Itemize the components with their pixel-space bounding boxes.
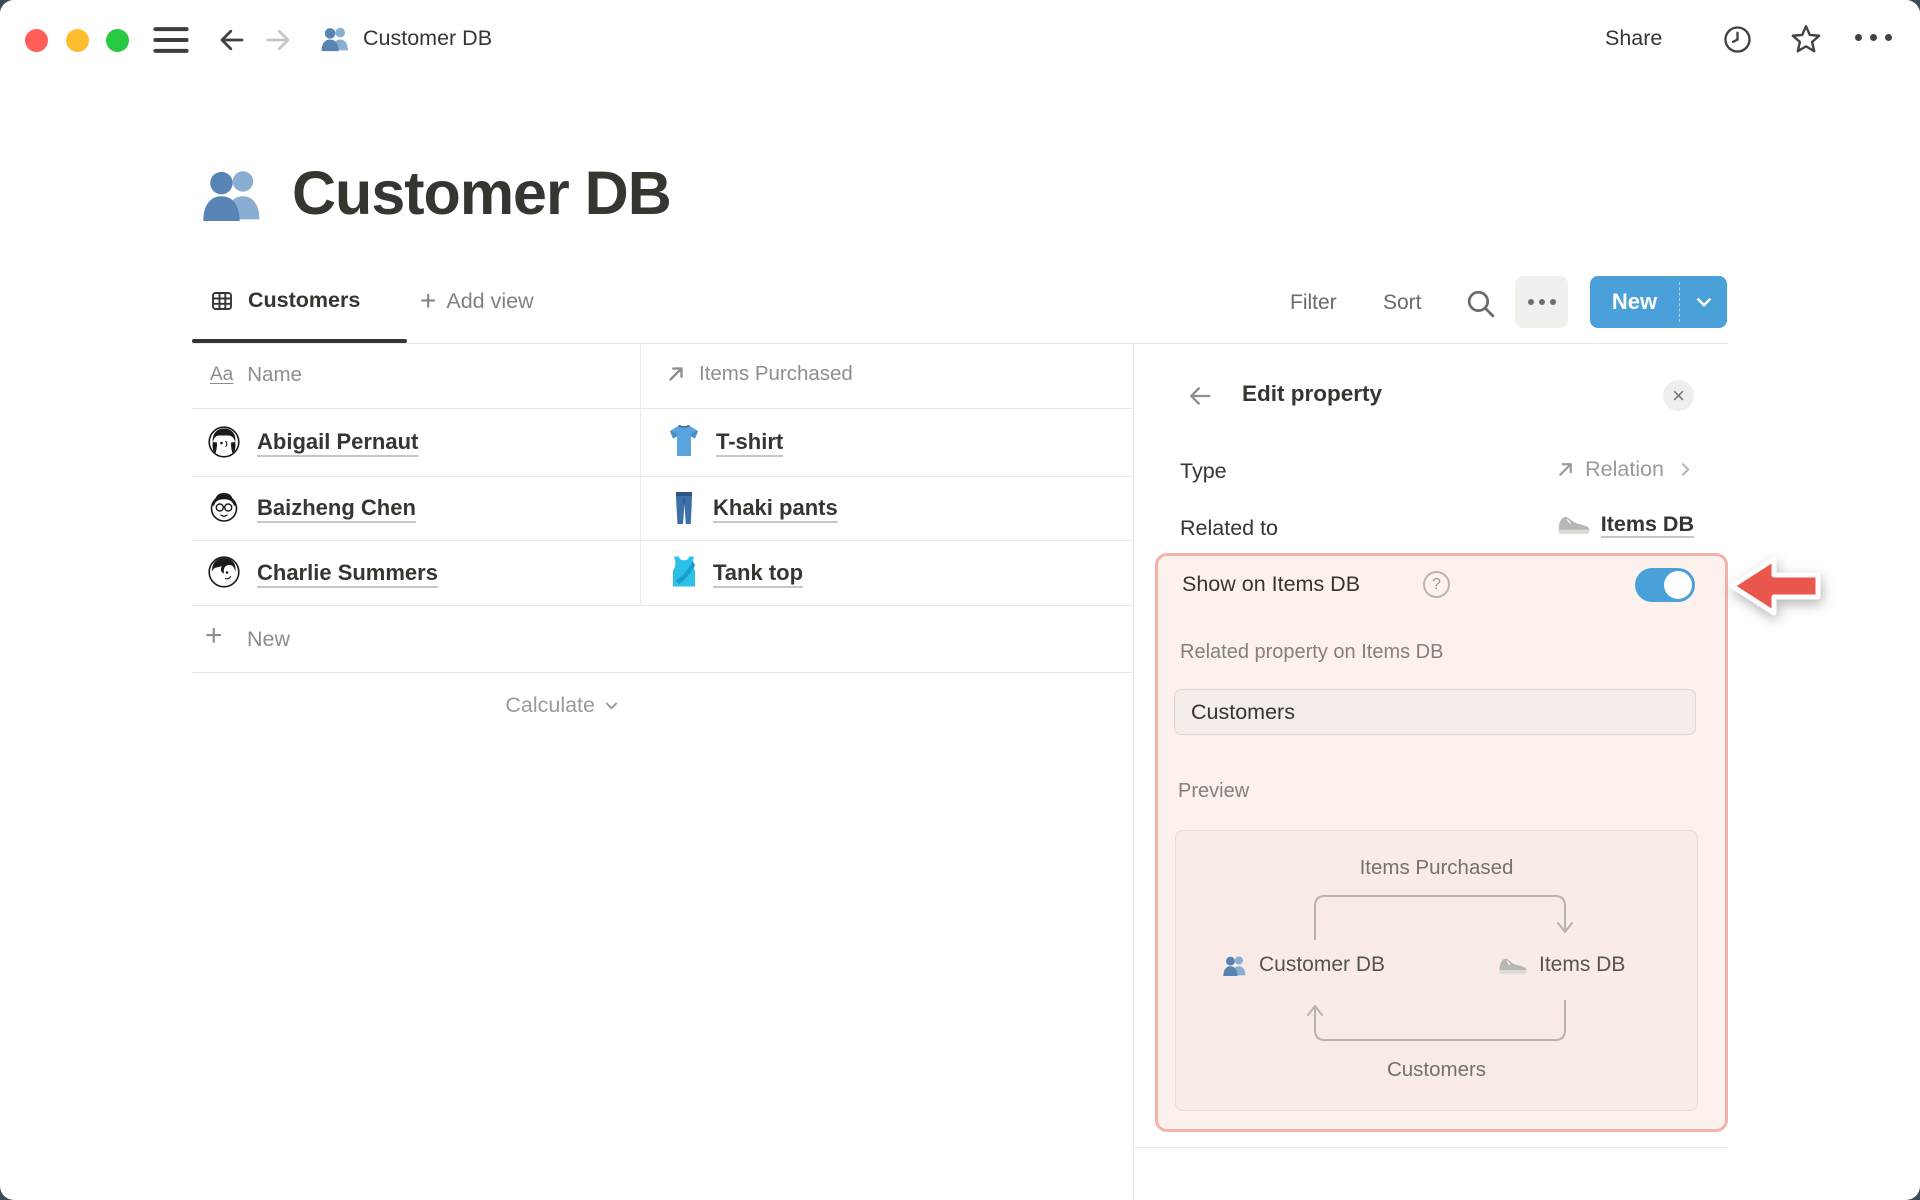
back-icon[interactable] [216, 25, 248, 55]
calculate-label: Calculate [505, 693, 595, 717]
khaki-pants-icon [676, 492, 692, 524]
preview-left-label: Customer DB [1259, 953, 1386, 976]
filter-button[interactable]: Filter [1290, 291, 1337, 315]
share-button[interactable]: Share [1605, 26, 1662, 51]
type-row-value[interactable]: Relation [1400, 457, 1694, 482]
cell-name: Charlie Summers [257, 560, 438, 585]
help-icon[interactable]: ? [1423, 571, 1450, 598]
plus-icon: + [205, 619, 223, 652]
related-property-input[interactable]: Customers [1174, 689, 1696, 735]
related-property-label: Related property on Items DB [1180, 641, 1444, 663]
people-icon [1223, 956, 1246, 977]
search-icon[interactable] [1464, 287, 1497, 320]
relation-arrow-icon [669, 367, 683, 381]
preview-right-node: Items DB [1498, 953, 1625, 977]
view-tab-customers[interactable]: Customers [210, 288, 360, 313]
column-header-label: Items Purchased [699, 362, 853, 385]
cell-item: T-shirt [716, 429, 784, 454]
column-header-items[interactable]: Items Purchased [665, 362, 853, 386]
related-property-input-value: Customers [1191, 699, 1295, 724]
relation-arrow-icon [1559, 463, 1572, 476]
cell-name: Baizheng Chen [257, 495, 416, 520]
new-row-label: New [247, 627, 291, 651]
cell-item: Tank top [713, 560, 804, 585]
traffic-light-zoom[interactable] [106, 29, 129, 52]
text-type-icon: Aa [210, 364, 234, 385]
type-value-label: Relation [1585, 457, 1664, 481]
show-on-db-label: Show on Items DB [1182, 572, 1361, 596]
related-row-value[interactable]: Items DB [1400, 512, 1694, 537]
forward-icon[interactable] [262, 25, 294, 55]
cell-item: Khaki pants [713, 495, 838, 520]
table-row[interactable]: Baizheng Chen Khaki pants [192, 476, 1133, 540]
people-icon [321, 27, 348, 52]
page-title-block: Customer DB [200, 158, 672, 228]
calculate-button[interactable]: Calculate [370, 693, 620, 718]
avatar [210, 493, 238, 522]
new-button[interactable]: New [1590, 276, 1679, 328]
favorite-star-icon[interactable] [1789, 22, 1823, 56]
close-icon: × [1672, 382, 1685, 408]
ellipsis-icon [1527, 299, 1534, 305]
sneaker-icon [1557, 516, 1590, 535]
clock-icon[interactable] [1722, 24, 1753, 55]
more-options-icon[interactable] [1855, 34, 1892, 41]
sidebar-menu-icon[interactable] [152, 26, 190, 54]
preview-left-node: Customer DB [1222, 953, 1385, 977]
sneaker-icon [1498, 957, 1528, 974]
table-view-icon [212, 291, 232, 310]
cell-name: Abigail Pernaut [257, 429, 419, 454]
new-button-group: New [1590, 276, 1727, 328]
table-row[interactable]: Charlie Summers Tank top [192, 540, 1133, 605]
traffic-light-close[interactable] [25, 29, 48, 52]
table-row[interactable]: Abigail Pernaut T-shirt [192, 408, 1133, 476]
preview-top-label: Items Purchased [1359, 856, 1514, 879]
app-window: Customer DB Share Customer DB Customers … [0, 0, 1920, 1200]
preview-label: Preview [1178, 780, 1250, 802]
tank-top-icon [673, 556, 695, 587]
sort-button[interactable]: Sort [1383, 291, 1422, 315]
titlebar: Customer DB Share [0, 0, 1920, 78]
preview-bottom-loop-arrow [1307, 1000, 1566, 1041]
related-db-label: Items DB [1600, 512, 1694, 536]
new-row-button[interactable]: + New [192, 605, 1133, 672]
chevron-right-icon [1681, 463, 1690, 476]
preview-bottom-label: Customers [1386, 1058, 1487, 1081]
plus-icon: + [420, 285, 437, 316]
preview-right-label: Items DB [1539, 953, 1626, 976]
page-title[interactable]: Customer DB [292, 158, 672, 228]
column-header-label: Name [247, 363, 302, 386]
panel-title: Edit property [1242, 381, 1383, 406]
show-on-db-toggle[interactable] [1635, 568, 1695, 602]
add-view-label: Add view [446, 288, 534, 313]
red-callout-arrow [1729, 556, 1821, 616]
people-icon[interactable] [200, 163, 266, 223]
view-tab-label: Customers [248, 288, 361, 312]
avatar [208, 426, 240, 458]
chevron-down-icon [1697, 298, 1711, 307]
preview-top-loop-arrow [1314, 895, 1573, 940]
chevron-down-icon [605, 702, 618, 710]
breadcrumb[interactable]: Customer DB [320, 24, 492, 52]
traffic-light-minimize[interactable] [66, 29, 89, 52]
panel-back-icon[interactable] [1186, 382, 1214, 410]
column-header-name[interactable]: Aa Name [210, 363, 302, 387]
breadcrumb-label: Customer DB [363, 25, 493, 50]
view-options-button[interactable] [1515, 276, 1568, 328]
avatar [208, 556, 240, 588]
new-dropdown-button[interactable] [1681, 276, 1727, 328]
panel-close-button[interactable]: × [1663, 380, 1694, 411]
tshirt-icon [670, 424, 698, 456]
related-row-label: Related to [1180, 516, 1279, 540]
add-view-button[interactable]: + Add view [420, 285, 534, 316]
type-row-label: Type [1180, 459, 1227, 483]
panel-divider [1133, 343, 1134, 1200]
